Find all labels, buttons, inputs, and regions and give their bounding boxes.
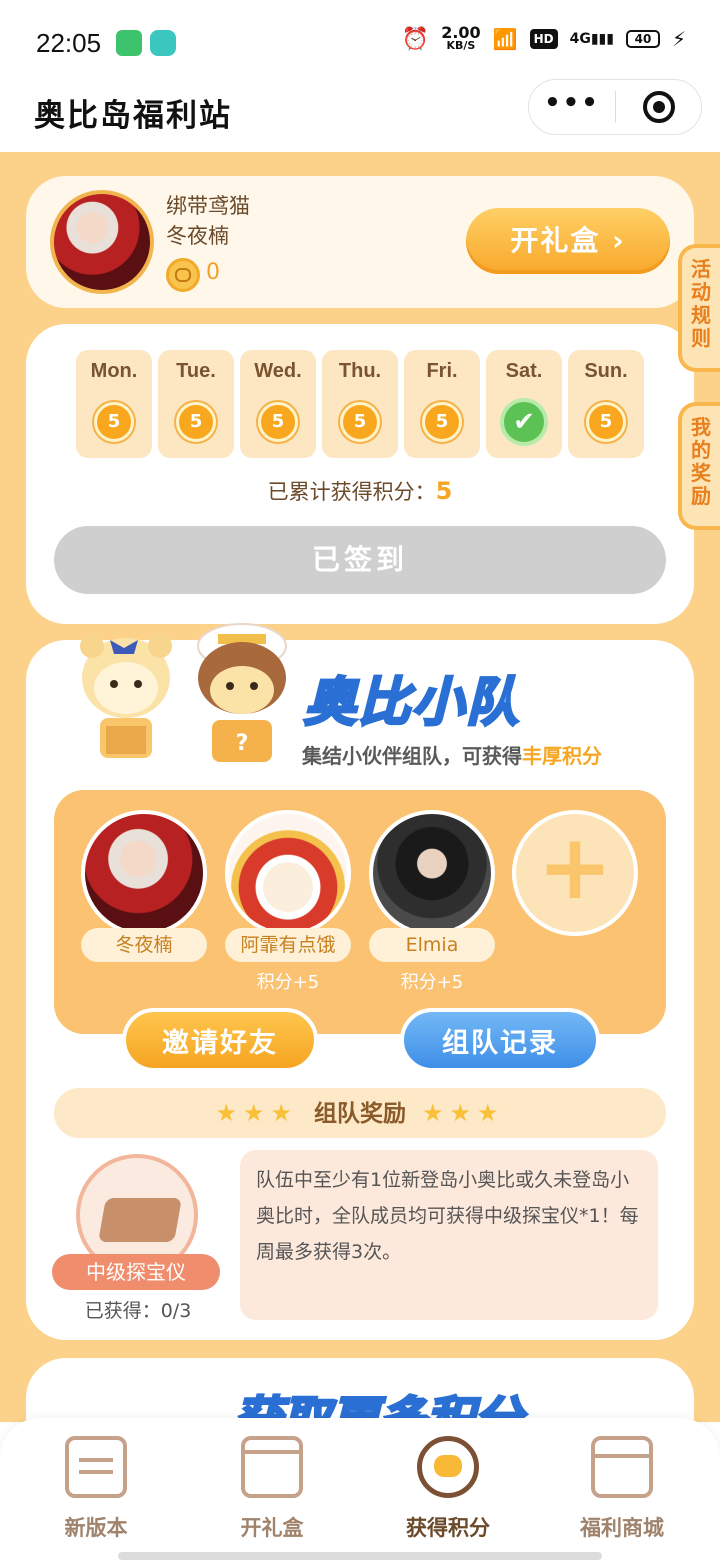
weekday-fri: Fri. 5 (404, 350, 480, 458)
hd-badge: HD (529, 29, 558, 49)
status-bar: 22:05 ⏰ 2.00 KB/S 📶 HD 4G▮▮▮ 40 ⚡ (0, 0, 720, 82)
weekday-label: Fri. (426, 360, 458, 382)
bottom-tab-bar: 新版本 开礼盒 获得积分 福利商城 (0, 1418, 720, 1560)
more-points-title: 获取更多积分 (232, 1391, 523, 1423)
member-points: 积分+5 (400, 972, 464, 993)
reward-item-progress: 已获得：0/3 (84, 1300, 192, 1322)
mini-program-capsule: ••• (528, 79, 702, 135)
team-section-title: 奥比小队 (302, 672, 521, 735)
bear-coin-icon (417, 1436, 479, 1498)
team-members-panel: 冬夜楠 阿霏有点饿 积分+5 Elmia 积分+5 + (54, 790, 666, 1034)
page-title: 奥比岛福利站 (34, 98, 232, 134)
app-notification-icon (150, 30, 176, 56)
profile-card: 绑带鸢猫 冬夜楠 0 开礼盒 › (26, 176, 694, 308)
weekday-wed: Wed. 5 (240, 350, 316, 458)
team-record-button[interactable]: 组队记录 (400, 1008, 600, 1072)
team-member[interactable]: Elmia 积分+5 (368, 810, 496, 994)
page-header: 奥比岛福利站 ••• (0, 79, 720, 152)
points-coin-icon: 5 (258, 402, 298, 442)
check-icon: ✔ (500, 398, 548, 446)
weekday-sun: Sun. 5 (568, 350, 644, 458)
sign-in-card: Mon. 5 Tue. 5 Wed. 5 Thu. 5 Fri. 5 Sat. ✔ Sun. 5 已累计获… (26, 324, 694, 624)
wifi-icon: 📶 (492, 27, 518, 51)
bear-boy-illustration: ? (197, 623, 287, 762)
bear-coin-icon (166, 258, 200, 292)
svg-text:?: ? (236, 731, 249, 756)
activity-rules-tab[interactable]: 活动规则 (678, 244, 720, 372)
profile-nickname: 冬夜楠 (166, 224, 229, 248)
add-member-slot[interactable]: + (512, 810, 640, 936)
reward-description: 队伍中至少有1位新登岛小奥比或久未登岛小奥比时，全队成员均可获得中级探宝仪*1！… (240, 1150, 658, 1320)
gift-box-icon (241, 1436, 303, 1498)
weekday-label: Tue. (176, 360, 216, 382)
tab-label: 开礼盒 (240, 1516, 304, 1540)
points-coin-icon: 5 (176, 402, 216, 442)
status-time: 22:05 (36, 28, 102, 58)
star-icon: ★★★ (215, 1099, 298, 1127)
points-value: 5 (435, 477, 453, 505)
tab-get-points[interactable]: 获得积分 (378, 1436, 518, 1542)
tab-label: 获得积分 (406, 1516, 490, 1540)
reward-item-name: 中级探宝仪 (52, 1254, 220, 1290)
tab-label: 新版本 (64, 1516, 128, 1540)
close-mini-program-button[interactable] (616, 91, 701, 123)
plus-icon: + (512, 810, 638, 936)
member-avatar (81, 810, 207, 936)
points-coin-icon: 5 (340, 402, 380, 442)
battery-icon: 40 (625, 30, 660, 48)
coin-count: 0 (206, 260, 220, 285)
more-points-card: 获取更多积分 (26, 1358, 694, 1422)
weekday-sat: Sat. ✔ (486, 350, 562, 458)
weekday-label: Sun. (584, 360, 628, 382)
open-gift-box-button[interactable]: 开礼盒 › (466, 208, 670, 274)
weekday-mon: Mon. 5 (76, 350, 152, 458)
tab-welfare-shop[interactable]: 福利商城 (552, 1436, 692, 1542)
my-rewards-tab[interactable]: 我的奖励 (678, 402, 720, 530)
weekday-list: Mon. 5 Tue. 5 Wed. 5 Thu. 5 Fri. 5 Sat. ✔ Sun. 5 (76, 350, 644, 458)
member-name: Elmia (369, 928, 495, 962)
profile-name: 绑带鸢猫 (166, 194, 250, 218)
member-name: 阿霏有点饿 (225, 928, 351, 962)
weekday-label: Mon. (90, 360, 138, 382)
team-member[interactable]: 阿霏有点饿 积分+5 (224, 810, 352, 994)
member-points: 积分+5 (256, 972, 320, 993)
points-coin-icon: 5 (422, 402, 462, 442)
shop-icon (591, 1436, 653, 1498)
app-notification-icon (116, 30, 142, 56)
team-reward-header: ★★★ 组队奖励 ★★★ (54, 1088, 666, 1138)
status-indicators: ⏰ 2.00 KB/S 📶 HD 4G▮▮▮ 40 ⚡ (401, 23, 686, 53)
main-content[interactable]: 绑带鸢猫 冬夜楠 0 开礼盒 › Mon. 5 Tue. 5 Wed. 5 Thu. 5 Fri… (0, 152, 720, 1422)
target-icon (642, 91, 675, 123)
weekday-label: Wed. (254, 360, 302, 382)
team-section-subtitle: 集结小伙伴组队，可获得丰厚积分 (302, 744, 602, 768)
tab-new-version[interactable]: 新版本 (26, 1436, 166, 1542)
network-speed: 2.00 KB/S (441, 23, 481, 53)
team-member[interactable]: 冬夜楠 (80, 810, 208, 968)
alarm-icon: ⏰ (401, 26, 430, 52)
avatar (50, 190, 154, 294)
member-avatar (369, 810, 495, 936)
calendar-icon (65, 1436, 127, 1498)
signed-in-button[interactable]: 已签到 (54, 526, 666, 594)
weekday-label: Sat. (505, 360, 543, 382)
more-menu-button[interactable]: ••• (529, 88, 615, 118)
tab-label: 福利商城 (580, 1516, 664, 1540)
invite-friends-button[interactable]: 邀请好友 (122, 1008, 318, 1072)
tab-open-gift[interactable]: 开礼盒 (202, 1436, 342, 1542)
points-coin-icon: 5 (94, 402, 134, 442)
star-icon: ★★★ (422, 1099, 505, 1127)
bear-girl-illustration (80, 634, 172, 758)
member-avatar (225, 810, 351, 936)
home-indicator (118, 1552, 602, 1560)
weekday-thu: Thu. 5 (322, 350, 398, 458)
weekday-tue: Tue. 5 (158, 350, 234, 458)
points-coin-icon: 5 (586, 402, 626, 442)
signal-icon: 4G▮▮▮ (569, 31, 614, 47)
team-card: ? 奥比小队 集结小伙伴组队，可获得丰厚积分 冬夜楠 阿霏有点饿 积分+5 El… (26, 623, 694, 1340)
accumulated-points: 已累计获得积分：5 (267, 477, 453, 505)
member-name: 冬夜楠 (81, 928, 207, 962)
weekday-label: Thu. (338, 360, 382, 382)
charging-icon: ⚡ (671, 27, 686, 51)
